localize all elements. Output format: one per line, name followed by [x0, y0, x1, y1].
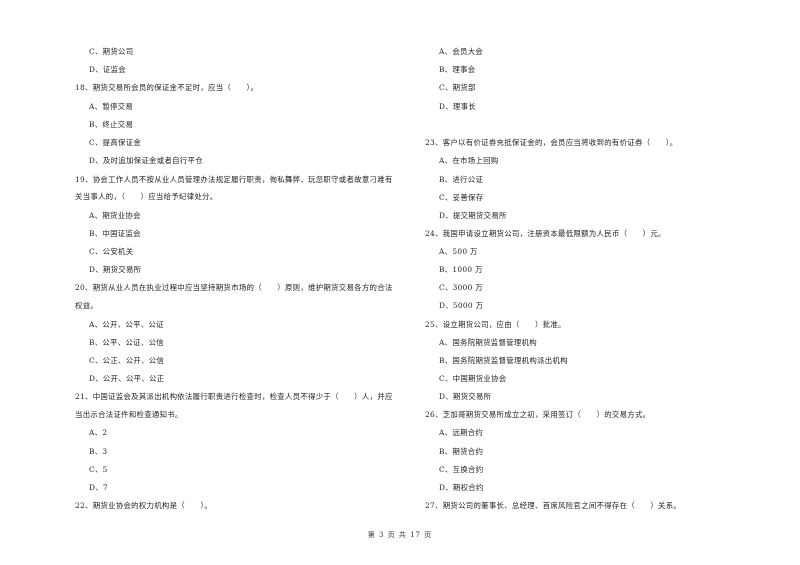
answer-option: D、期货交易所 [89, 265, 142, 274]
question-text: 26、芝加哥期货交易所成立之初，采用签订（ ）的交易方式。 [425, 410, 651, 419]
question-text-continued: 关当事人的，（ ）应当给予纪律处分。 [75, 192, 218, 201]
answer-option: A、国务院期货监督管理机构 [439, 338, 537, 347]
question-text: 22、期货业协会的权力机构是（ ）。 [75, 501, 213, 510]
answer-option: B、期货合约 [439, 447, 484, 456]
answer-option: C、提高保证金 [89, 138, 142, 147]
answer-option: C、公安机关 [89, 247, 134, 256]
question-text-continued: 权益。 [75, 301, 99, 310]
question-text: 18、期货交易所会员的保证金不足时，应当（ ）。 [75, 83, 259, 92]
answer-option: B、中国证监会 [89, 229, 141, 238]
page-number: 第 3 页 共 17 页 [367, 531, 433, 539]
answer-option: C、5 [89, 465, 108, 474]
question-text: 20、期货从业人员在执业过程中应当坚持期货市场的（ ）原则，维护期货交易各方的合… [75, 283, 393, 292]
answer-option: C、期货部 [439, 83, 476, 92]
answer-option: D、期货交易所 [439, 392, 492, 401]
answer-option: D、证监会 [89, 65, 126, 74]
answer-option: C、妥善保存 [439, 193, 484, 202]
question-text: 25、设立期货公司，应由（ ）批准。 [425, 320, 566, 329]
answer-option: A、2 [89, 428, 108, 437]
question-text: 23、客户以有价证券充抵保证金的，会员应当将收到的有价证券（ ）。 [425, 138, 678, 147]
answer-option: C、3000 万 [439, 283, 483, 292]
answer-option: D、提交期货交易所 [439, 211, 507, 220]
question-text: 19、协会工作人员不按从业人员管理办法规定履行职责，徇私舞弊、玩忽职守或者故意刁… [75, 175, 393, 184]
answer-option: B、终止交易 [89, 120, 134, 129]
answer-option: A、会员大会 [439, 47, 484, 56]
question-text: 27、期货公司的董事长、总经理、首席风险官之间不得存在（ ）关系。 [425, 501, 682, 510]
answer-option: A、在市场上回购 [439, 156, 499, 165]
answer-option: B、1000 万 [439, 265, 483, 274]
answer-option: B、进行公证 [439, 175, 484, 184]
answer-option: D、5000 万 [439, 301, 484, 310]
answer-option: C、中国期货业协会 [439, 374, 507, 383]
question-text: 24、我国申请设立期货公司，注册资本最低限额为人民币（ ）元。 [425, 229, 666, 238]
answer-option: A、暂停交易 [89, 102, 134, 111]
answer-option: A、远期合约 [439, 428, 484, 437]
answer-option: D、7 [89, 483, 108, 492]
answer-option: B、3 [89, 447, 108, 456]
answer-option: C、互换合约 [439, 465, 484, 474]
answer-option: A、500 万 [439, 247, 478, 256]
answer-option: C、期货公司 [89, 47, 134, 56]
answer-option: B、公平、公证、公信 [89, 338, 164, 347]
answer-option: D、期权合约 [439, 483, 484, 492]
answer-option: C、公正、公开、公信 [89, 356, 165, 365]
question-text: 21、中国证监会及其派出机构依法履行职责进行检查时，检查人员不得少于（ ）人，并… [75, 392, 393, 401]
answer-option: A、公开、公平、公证 [89, 320, 164, 329]
question-text-continued: 当出示合法证件和检查通知书。 [75, 410, 183, 419]
answer-option: D、及时追加保证金或者自行平仓 [89, 156, 203, 165]
answer-option: B、理事会 [439, 65, 476, 74]
answer-option: B、国务院期货监督管理机构派出机构 [439, 356, 568, 365]
answer-option: A、期货业协会 [89, 211, 141, 220]
answer-option: D、公开、公平、公正 [89, 374, 165, 383]
answer-option: D、理事长 [439, 102, 476, 111]
